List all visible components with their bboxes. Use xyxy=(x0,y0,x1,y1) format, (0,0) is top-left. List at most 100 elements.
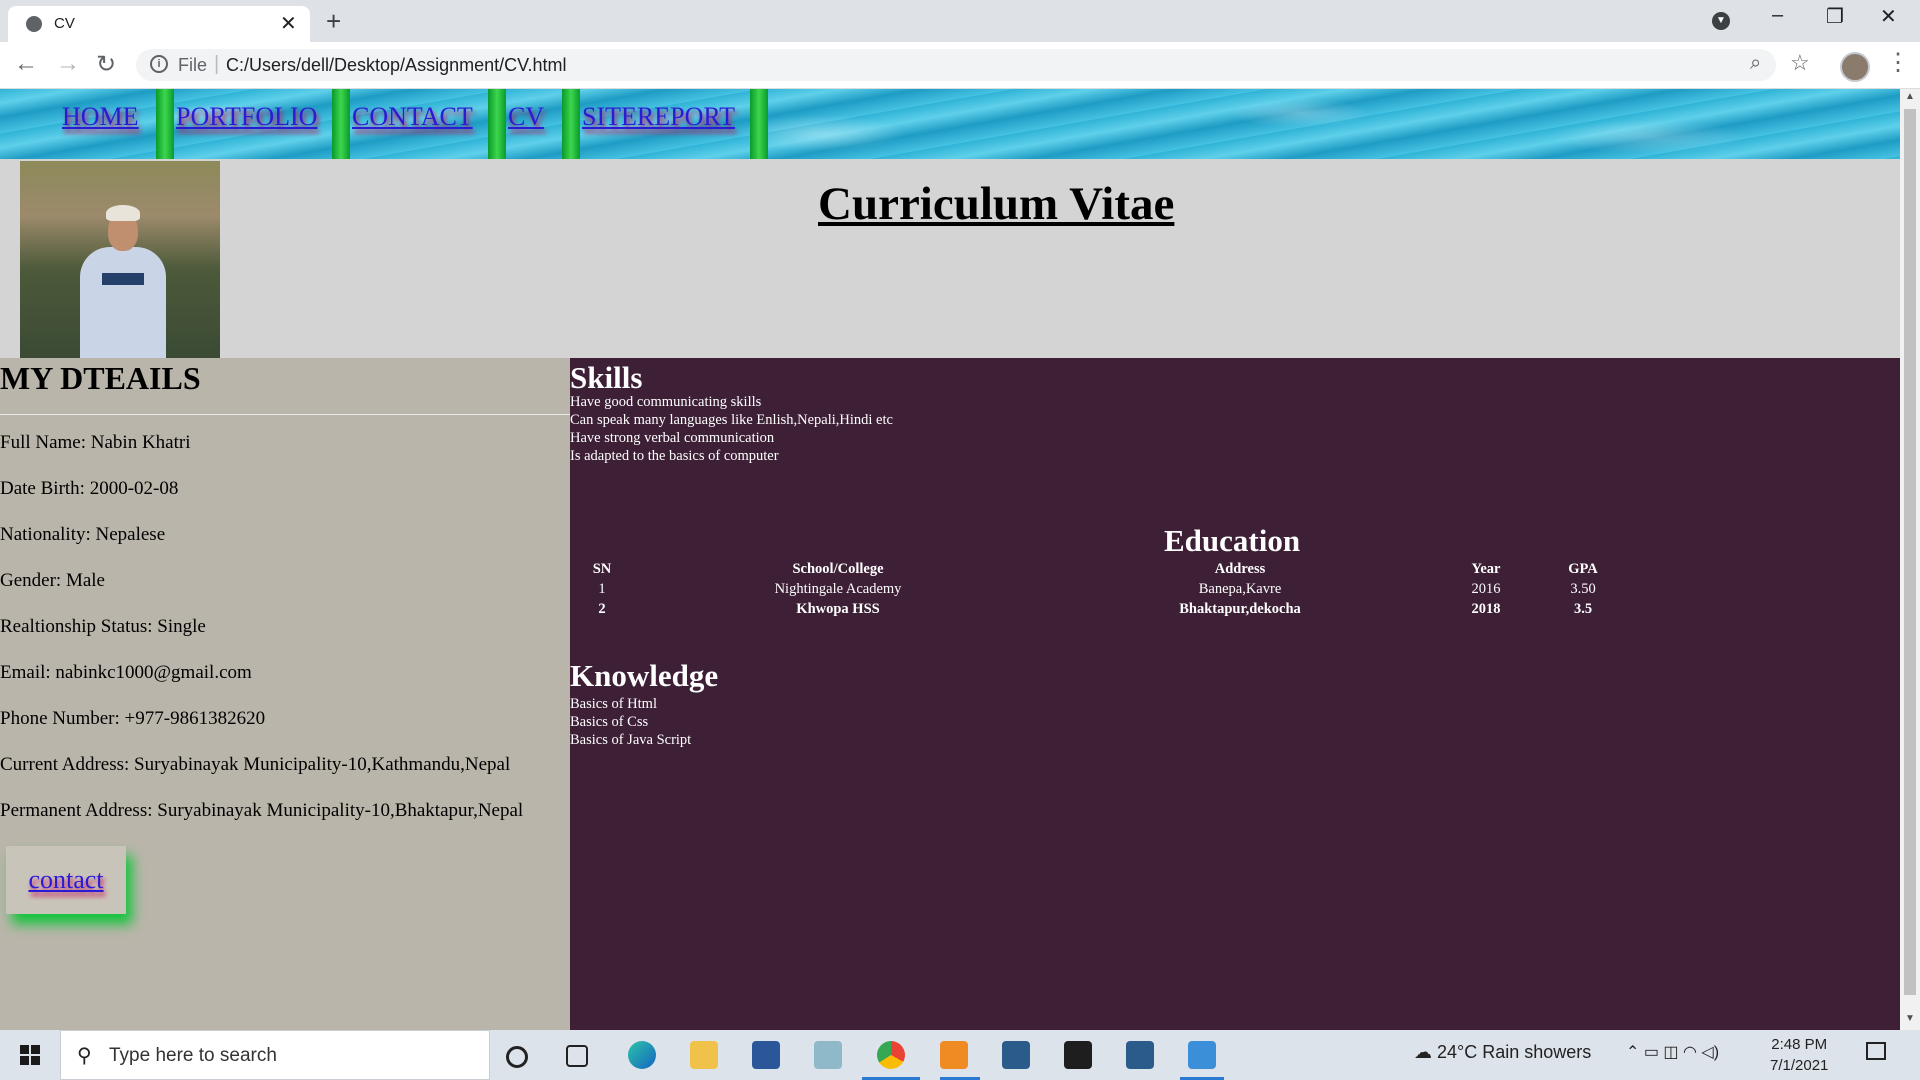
info-icon[interactable]: i xyxy=(150,55,168,73)
taskbar-search[interactable]: ⚲ Type here to search xyxy=(60,1030,490,1080)
page-title: Curriculum Vitae xyxy=(818,178,1175,230)
clock-time: 2:48 PM xyxy=(1771,1036,1828,1053)
knowledge-item: Basics of Html xyxy=(570,696,657,712)
table-cell: 3.5 xyxy=(1573,601,1593,617)
profile-avatar[interactable] xyxy=(1840,52,1870,82)
skill-item: Is adapted to the basics of computer xyxy=(570,448,779,464)
detail-phone: Phone Number: +977-9861382620 xyxy=(0,708,266,729)
notification-icon[interactable] xyxy=(1866,1042,1886,1060)
notes-app-icon[interactable] xyxy=(814,1041,842,1069)
restore-button[interactable]: ❐ xyxy=(1826,4,1844,29)
visual-studio-icon[interactable] xyxy=(1126,1041,1154,1069)
table-cell: Bhaktapur,dekocha xyxy=(1179,601,1301,617)
address-prefix: File xyxy=(178,55,208,75)
globe-icon xyxy=(26,16,42,32)
photos-icon[interactable] xyxy=(1188,1041,1216,1069)
close-window-button[interactable]: ✕ xyxy=(1880,4,1897,29)
edge-icon[interactable] xyxy=(628,1041,656,1069)
photo-shirt-logo xyxy=(102,273,144,285)
column-header-school: School/College xyxy=(792,561,884,577)
word-icon[interactable] xyxy=(752,1041,780,1069)
browser-tab[interactable]: CV ✕ xyxy=(8,6,310,42)
zoom-icon[interactable]: ⌕ xyxy=(1750,52,1761,75)
table-cell: 1 xyxy=(598,581,606,597)
nav-cv-link[interactable]: CV xyxy=(490,89,562,159)
forward-icon[interactable]: → xyxy=(56,50,80,78)
detail-current-address: Current Address: Suryabinayak Municipali… xyxy=(0,754,511,775)
address-separator: | xyxy=(214,53,220,75)
task-view-icon[interactable] xyxy=(566,1045,588,1067)
mysql-icon[interactable] xyxy=(1064,1041,1092,1069)
column-header-address: Address xyxy=(1214,561,1266,577)
sublime-icon[interactable] xyxy=(940,1041,968,1069)
file-explorer-icon[interactable] xyxy=(690,1041,718,1069)
nav-portfolio-link[interactable]: PORTFOLIO xyxy=(158,89,335,159)
address-toolbar: ← → ↻ i File | C:/Users/dell/Desktop/Ass… xyxy=(0,42,1920,89)
windows-taskbar: ⚲ Type here to search ☁ 24°C Rain shower… xyxy=(0,1030,1920,1080)
table-cell: Khwopa HSS xyxy=(796,601,880,617)
detail-email: Email: nabinkc1000@gmail.com xyxy=(0,662,252,683)
skills-heading: Skills xyxy=(570,360,643,395)
detail-nationality: Nationality: Nepalese xyxy=(0,524,166,545)
minimize-button[interactable]: – xyxy=(1772,4,1783,27)
windows-start-icon[interactable] xyxy=(20,1045,40,1065)
table-cell: 2016 xyxy=(1471,581,1501,597)
weather-widget[interactable]: ☁ 24°C Rain showers xyxy=(1414,1042,1591,1063)
clock-date: 7/1/2021 xyxy=(1770,1057,1829,1074)
knowledge-item: Basics of Css xyxy=(570,714,649,730)
tab-close-icon[interactable]: ✕ xyxy=(280,11,297,36)
new-tab-button[interactable]: + xyxy=(326,6,341,37)
detail-relationship: Realtionship Status: Single xyxy=(0,616,206,637)
address-bar[interactable]: i File | C:/Users/dell/Desktop/Assignmen… xyxy=(136,49,1776,81)
column-header-year: Year xyxy=(1471,561,1501,577)
table-cell: Nightingale Academy xyxy=(774,581,902,597)
nav-home-link[interactable]: HOME xyxy=(44,89,157,159)
scrollbar-thumb[interactable] xyxy=(1904,109,1916,995)
nav-contact-link[interactable]: CONTACT xyxy=(334,89,491,159)
contact-button[interactable]: contact xyxy=(6,846,126,914)
reload-icon[interactable]: ↻ xyxy=(96,50,116,79)
profile-photo xyxy=(20,161,220,358)
browser-menu-icon[interactable]: ⋮ xyxy=(1886,48,1910,77)
taskbar-clock[interactable]: 2:48 PM 7/1/2021 xyxy=(1770,1034,1828,1076)
scroll-up-icon[interactable]: ▲ xyxy=(1905,91,1915,102)
detail-permanent-address: Permanent Address: Suryabinayak Municipa… xyxy=(0,800,524,821)
detail-full-name: Full Name: Nabin Khatri xyxy=(0,432,191,453)
browser-tab-bar: CV ✕ + ▼ – ❐ ✕ xyxy=(0,0,1920,42)
back-icon[interactable]: ← xyxy=(14,50,38,78)
column-header-gpa: GPA xyxy=(1568,561,1598,577)
details-panel: MY DTEAILS Full Name: Nabin Khatri Date … xyxy=(0,358,570,1030)
skill-item: Have good communicating skills xyxy=(570,394,762,410)
tab-title: CV xyxy=(54,15,75,32)
detail-gender: Gender: Male xyxy=(0,570,105,591)
site-navbar: HOME PORTFOLIO CONTACT CV SITEREPORT xyxy=(0,89,1900,159)
tab-search-icon[interactable]: ▼ xyxy=(1712,12,1730,30)
photo-person-body xyxy=(80,247,166,358)
column-header-sn: SN xyxy=(592,561,612,577)
search-placeholder: Type here to search xyxy=(109,1045,277,1066)
url-text[interactable]: C:/Users/dell/Desktop/Assignment/CV.html xyxy=(226,55,566,76)
weather-text: 24°C Rain showers xyxy=(1437,1042,1592,1062)
visual-studio-icon[interactable] xyxy=(1002,1041,1030,1069)
cv-content-panel: Skills Have good communicating skills Ca… xyxy=(570,358,1900,1030)
nav-divider xyxy=(750,89,768,159)
tray-icons[interactable]: ⌃ ▭ ◫ ◠ ◁) xyxy=(1626,1042,1719,1062)
education-heading: Education xyxy=(1164,523,1301,558)
chrome-icon[interactable] xyxy=(877,1041,905,1069)
details-heading: MY DTEAILS xyxy=(0,360,201,396)
table-cell: 2 xyxy=(598,601,606,617)
weather-icon: ☁ xyxy=(1414,1042,1432,1062)
nav-sitereport-link[interactable]: SITEREPORT xyxy=(564,89,753,159)
knowledge-item: Basics of Java Script xyxy=(570,732,692,748)
cortana-icon[interactable] xyxy=(506,1046,528,1068)
search-icon: ⚲ xyxy=(77,1045,92,1067)
page-scrollbar[interactable]: ▲ ▼ xyxy=(1900,89,1920,1030)
table-cell: Banepa,Kavre xyxy=(1198,581,1282,597)
scroll-down-icon[interactable]: ▼ xyxy=(1905,1013,1915,1024)
knowledge-heading: Knowledge xyxy=(570,658,719,693)
web-page: HOME PORTFOLIO CONTACT CV SITEREPORT Cur… xyxy=(0,89,1900,1030)
bookmark-star-icon[interactable]: ☆ xyxy=(1790,50,1810,76)
table-cell: 3.50 xyxy=(1570,581,1596,597)
details-divider xyxy=(0,414,570,415)
skill-item: Can speak many languages like Enlish,Nep… xyxy=(570,412,893,428)
